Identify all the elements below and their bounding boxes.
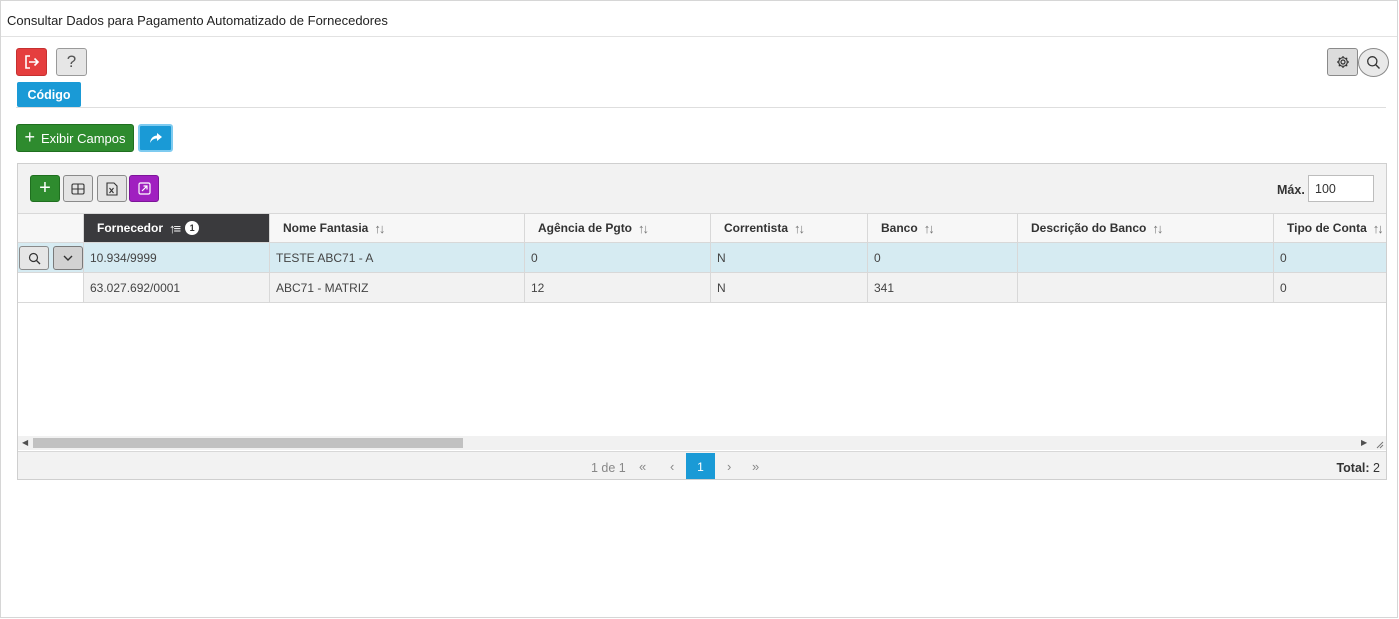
sort-icon: ↑↓ <box>638 220 649 236</box>
cell-tipo-conta: 0 <box>1274 243 1386 273</box>
search-icon <box>1367 56 1380 69</box>
window: Consultar Dados para Pagamento Automatiz… <box>0 0 1398 618</box>
data-grid: + Máx. 100 Fornecedor ↑≡ 1 Nome Fantasia… <box>17 163 1387 480</box>
view-record-button[interactable] <box>19 246 49 270</box>
cell-banco: 0 <box>868 243 1018 273</box>
expand-row-button[interactable] <box>53 246 83 270</box>
column-header-correntista[interactable]: Correntista ↑↓ <box>711 214 868 243</box>
scroll-right-icon[interactable]: ▶ <box>1361 436 1367 450</box>
help-button[interactable]: ? <box>56 48 87 76</box>
total-label: Total: <box>1336 461 1370 475</box>
sort-icon: ↑↓ <box>1372 220 1384 236</box>
column-header-label: Correntista <box>724 221 789 235</box>
scroll-left-icon[interactable]: ◀ <box>22 436 28 450</box>
actions-column-header <box>18 214 84 243</box>
export-excel-button[interactable] <box>97 175 127 202</box>
excel-file-icon <box>106 181 118 196</box>
page-title: Consultar Dados para Pagamento Automatiz… <box>7 13 388 28</box>
sort-icon: ↑↓ <box>794 220 805 236</box>
cell-agencia: 0 <box>525 243 711 273</box>
row-actions <box>18 243 84 273</box>
column-header-label: Descrição do Banco <box>1031 221 1147 235</box>
share-icon <box>149 133 162 143</box>
row-actions <box>18 273 84 303</box>
cell-agencia: 12 <box>525 273 711 303</box>
columns-icon <box>71 182 85 195</box>
sort-icon: ↑↓ <box>923 220 935 236</box>
column-header-agencia[interactable]: Agência de Pgto ↑↓ <box>525 214 711 243</box>
cell-fornecedor: 10.934/9999 <box>84 243 270 273</box>
title-bar: Consultar Dados para Pagamento Automatiz… <box>1 1 1397 37</box>
first-page-button[interactable]: « <box>639 459 646 474</box>
plus-icon: + <box>39 177 51 199</box>
search-icon <box>28 252 40 264</box>
column-header-label: Nome Fantasia <box>283 221 369 235</box>
show-fields-label: Exibir Campos <box>40 130 126 146</box>
grid-toolbar: + Máx. <box>18 164 1386 214</box>
cell-banco: 341 <box>868 273 1018 303</box>
last-page-button[interactable]: » <box>752 459 759 474</box>
total-records: Total: 2 <box>1336 461 1380 475</box>
plus-icon: + <box>24 127 35 147</box>
current-page-button[interactable]: 1 <box>686 453 715 479</box>
column-header-banco[interactable]: Banco ↑↓ <box>868 214 1018 243</box>
cell-descricao-banco <box>1018 243 1274 273</box>
cell-fornecedor: 63.027.692/0001 <box>84 273 270 303</box>
scrollbar-thumb[interactable] <box>33 438 463 448</box>
horizontal-scrollbar[interactable]: ◀ ▶ <box>18 436 1386 450</box>
previous-page-button[interactable]: ‹ <box>670 459 674 474</box>
gear-icon <box>1336 56 1349 68</box>
cell-correntista: N <box>711 273 868 303</box>
cell-nome-fantasia: TESTE ABC71 - A <box>270 243 525 273</box>
cell-correntista: N <box>711 243 868 273</box>
exit-icon <box>24 55 39 69</box>
share-button[interactable] <box>138 124 173 152</box>
tab-divider <box>16 107 1386 108</box>
expand-icon <box>137 182 151 195</box>
column-header-label: Tipo de Conta <box>1287 221 1367 235</box>
column-header-fornecedor[interactable]: Fornecedor ↑≡ 1 <box>84 214 270 243</box>
cell-tipo-conta: 0 <box>1274 273 1386 303</box>
tab-codigo[interactable]: Código <box>17 82 81 107</box>
sort-icon: ↑↓ <box>374 220 385 236</box>
cell-descricao-banco <box>1018 273 1274 303</box>
column-header-label: Agência de Pgto <box>538 221 633 235</box>
columns-button[interactable] <box>63 175 93 202</box>
next-page-button[interactable]: › <box>727 459 731 474</box>
page-info: 1 de 1 <box>591 461 626 475</box>
max-records-input[interactable] <box>1308 175 1374 202</box>
add-record-button[interactable]: + <box>30 175 60 202</box>
resize-grip-icon[interactable] <box>1374 439 1384 449</box>
sort-icon: ↑↓ <box>1152 220 1163 236</box>
total-value: 2 <box>1373 461 1380 475</box>
expand-button[interactable] <box>129 175 159 202</box>
column-header-nome-fantasia[interactable]: Nome Fantasia ↑↓ <box>270 214 525 243</box>
sort-order-badge: 1 <box>185 221 200 235</box>
chevron-down-icon <box>63 255 73 261</box>
column-header-label: Banco <box>881 221 918 235</box>
max-records-label: Máx. <box>1277 183 1305 197</box>
column-header-label: Fornecedor <box>97 221 164 235</box>
sort-ascending-icon: ↑≡ <box>169 220 181 236</box>
pagination-bar: 1 de 1 « ‹ 1 › » Total: 2 <box>18 451 1386 479</box>
column-header-tipo-conta[interactable]: Tipo de Conta ↑↓ <box>1274 214 1386 243</box>
exit-button[interactable] <box>16 48 47 76</box>
show-fields-button[interactable]: + Exibir Campos <box>16 124 134 152</box>
settings-button[interactable] <box>1327 48 1358 76</box>
column-header-descricao-banco[interactable]: Descrição do Banco ↑↓ <box>1018 214 1274 243</box>
search-button[interactable] <box>1358 48 1389 77</box>
cell-nome-fantasia: ABC71 - MATRIZ <box>270 273 525 303</box>
